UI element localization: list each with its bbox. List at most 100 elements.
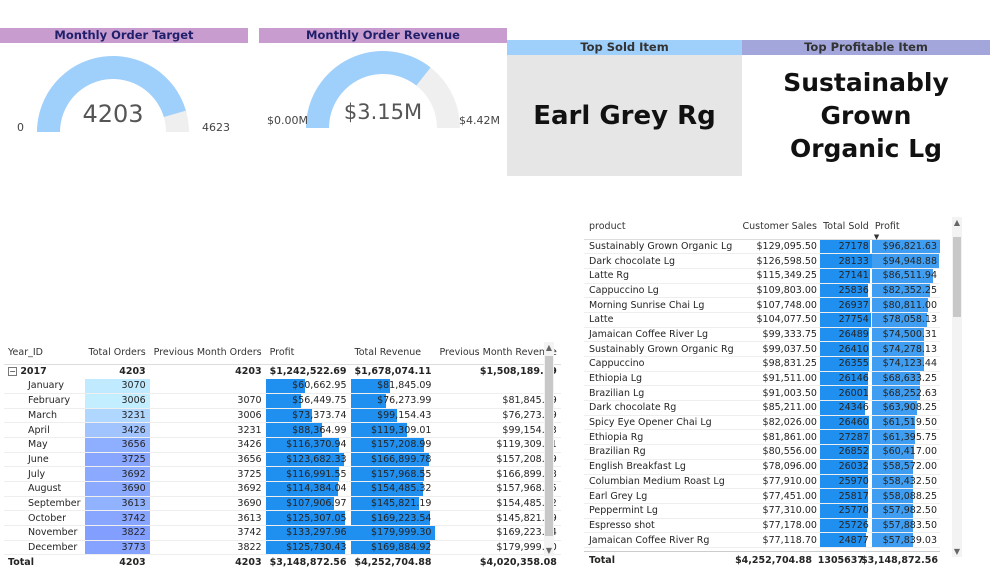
profit-text: $133,297.96 bbox=[286, 527, 347, 539]
monthly-matrix[interactable]: Year_ID Total Orders Previous Month Orde… bbox=[4, 342, 561, 574]
product-scrollbar[interactable]: ▲ ▼ bbox=[952, 217, 962, 557]
total-orders: 4203 bbox=[119, 557, 146, 569]
profit-text: $58,088.25 bbox=[882, 490, 937, 502]
order-target-min: 0 bbox=[17, 121, 24, 134]
product-profit: $94,948.88 bbox=[871, 253, 940, 269]
product-name: Spicy Eye Opener Chai Lg bbox=[584, 415, 739, 431]
product-row: Sustainably Grown Organic Lg $129,095.50 2… bbox=[584, 239, 940, 255]
product-row: Morning Sunrise Chai Lg $107,748.00 26937 $… bbox=[584, 297, 940, 313]
month-row: April 3426 3231 $88,364.99 $119,309.01 $99,15… bbox=[4, 422, 561, 438]
product-profit: $63,908.25 bbox=[871, 400, 940, 416]
col-product[interactable]: product bbox=[584, 215, 739, 240]
product-row: Ethiopia Rg $81,861.00 27287 $61,395.75 bbox=[584, 429, 940, 446]
sold-text: 24346 bbox=[838, 402, 869, 414]
month-name: May bbox=[4, 437, 85, 453]
month-row: July 3692 3725 $116,991.55 $157,968.55 $166,8… bbox=[4, 466, 561, 482]
order-revenue-min: $0.00M bbox=[267, 114, 308, 127]
month-prev-revenue: $99,154.43 bbox=[435, 422, 561, 438]
month-revenue: $179,999.30 bbox=[350, 525, 436, 541]
top-sold-title: Top Sold Item bbox=[507, 40, 742, 55]
col-total-revenue[interactable]: Total Revenue bbox=[350, 342, 436, 365]
product-sales: $82,026.00 bbox=[738, 415, 820, 431]
profit-text: $63,908.25 bbox=[882, 402, 937, 414]
profit-text: $74,500.31 bbox=[882, 328, 937, 340]
monthly-scrollbar[interactable]: ▲ ▼ bbox=[544, 342, 554, 556]
scroll-down-icon[interactable]: ▼ bbox=[952, 547, 962, 556]
product-row: Peppermint Lg $77,310.00 25770 $57,982.50 bbox=[584, 503, 940, 519]
top-sold-card[interactable]: Top Sold Item Earl Grey Rg bbox=[507, 40, 742, 176]
product-row: Jamaican Coffee River Lg $99,333.75 26489 $… bbox=[584, 327, 940, 343]
order-revenue-card[interactable]: Monthly Order Revenue $3.15M $0.00M $4.4… bbox=[259, 28, 507, 138]
month-prev-orders: 3070 bbox=[149, 393, 266, 409]
revenue-text: $179,999.30 bbox=[371, 527, 432, 539]
sold-text: 26460 bbox=[838, 417, 869, 429]
month-name: June bbox=[4, 452, 85, 468]
col-profit-sorted[interactable]: Profit ▼ bbox=[871, 215, 940, 241]
profit-text: $78,058.13 bbox=[882, 314, 937, 326]
product-row: Jamaican Coffee River Rg $77,118.70 24877 $… bbox=[584, 532, 940, 548]
month-orders: 3070 bbox=[84, 378, 150, 394]
col-prev-month-orders[interactable]: Previous Month Orders bbox=[149, 342, 266, 365]
profit-text: $114,384.04 bbox=[286, 483, 347, 495]
product-sold: 26460 bbox=[819, 415, 872, 431]
month-prev-revenue: $81,845.09 bbox=[435, 393, 561, 409]
month-prev-orders: 3692 bbox=[149, 481, 266, 497]
product-profit: $61,519.50 bbox=[871, 415, 940, 431]
product-header-row: product Customer Sales Total Sold Profit… bbox=[584, 215, 940, 241]
month-row: October 3742 3613 $125,307.05 $169,223.54 $14… bbox=[4, 510, 561, 527]
product-profit: $86,511.94 bbox=[871, 268, 940, 284]
month-profit: $88,364.99 bbox=[265, 422, 351, 438]
scroll-thumb[interactable] bbox=[953, 237, 961, 317]
product-row: Dark chocolate Lg $126,598.50 28133 $94,948… bbox=[584, 253, 940, 269]
col-profit[interactable]: Profit bbox=[265, 342, 351, 365]
month-name: January bbox=[4, 378, 85, 394]
col-year-id[interactable]: Year_ID bbox=[4, 342, 85, 365]
collapse-icon[interactable]: − bbox=[8, 367, 17, 377]
month-prev-revenue: $169,223.54 bbox=[435, 525, 561, 541]
month-profit: $56,449.75 bbox=[265, 393, 351, 409]
month-profit: $116,370.94 bbox=[265, 437, 351, 453]
col-total-sold[interactable]: Total Sold bbox=[819, 215, 872, 240]
col-customer-sales[interactable]: Customer Sales bbox=[738, 215, 820, 240]
sold-text: 27141 bbox=[838, 270, 869, 282]
product-sales: $77,451.00 bbox=[738, 488, 820, 504]
product-row: Columbian Medium Roast Lg $77,910.00 25970… bbox=[584, 474, 940, 490]
sold-text: 25726 bbox=[838, 519, 869, 531]
order-target-card[interactable]: Monthly Order Target 4203 0 4623 bbox=[0, 28, 248, 138]
scroll-up-icon[interactable]: ▲ bbox=[952, 218, 962, 227]
profit-text: $116,991.55 bbox=[286, 468, 347, 480]
monthly-header-row: Year_ID Total Orders Previous Month Orde… bbox=[4, 342, 561, 365]
product-table-visual[interactable]: product Customer Sales Total Sold Profit… bbox=[584, 215, 966, 571]
product-name: English Breakfast Lg bbox=[584, 459, 739, 475]
product-sales: $98,831.25 bbox=[738, 356, 820, 372]
col-prev-month-revenue[interactable]: Previous Month Revenue bbox=[435, 342, 561, 365]
scroll-thumb[interactable] bbox=[545, 356, 553, 536]
product-name: Cappuccino bbox=[584, 356, 739, 372]
product-sales: $126,598.50 bbox=[738, 253, 820, 269]
col-profit-label: Profit bbox=[874, 221, 900, 233]
month-prev-revenue: $76,273.99 bbox=[435, 408, 561, 424]
product-sold: 26937 bbox=[819, 297, 872, 313]
product-profit: $57,883.50 bbox=[871, 518, 940, 534]
year-prev-orders: 4203 bbox=[235, 366, 262, 378]
sold-text: 26001 bbox=[838, 387, 869, 399]
scroll-up-icon[interactable]: ▲ bbox=[544, 343, 554, 352]
profit-text: $96,821.63 bbox=[882, 240, 937, 252]
month-revenue: $169,884.92 bbox=[350, 540, 436, 556]
scroll-down-icon[interactable]: ▼ bbox=[544, 546, 554, 555]
month-prev-revenue: $145,821.19 bbox=[435, 510, 561, 527]
month-profit: $133,297.96 bbox=[265, 525, 351, 541]
month-orders: 3742 bbox=[84, 510, 150, 527]
sold-text: 27287 bbox=[838, 431, 869, 443]
top-profitable-card[interactable]: Top Profitable Item Sustainably Grown Or… bbox=[742, 40, 990, 176]
order-target-value: 4203 bbox=[82, 100, 144, 128]
month-prev-revenue: $157,968.55 bbox=[435, 481, 561, 497]
year-cell[interactable]: − 2017 bbox=[4, 364, 85, 379]
col-total-orders[interactable]: Total Orders bbox=[84, 342, 150, 365]
product-sold: 25770 bbox=[819, 503, 872, 519]
profit-text: $61,395.75 bbox=[882, 431, 937, 443]
product-profit: $57,839.03 bbox=[871, 532, 940, 548]
month-prev-revenue: $157,208.99 bbox=[435, 452, 561, 468]
product-sales: $99,333.75 bbox=[738, 327, 820, 343]
profit-text: $60,662.95 bbox=[292, 380, 347, 392]
